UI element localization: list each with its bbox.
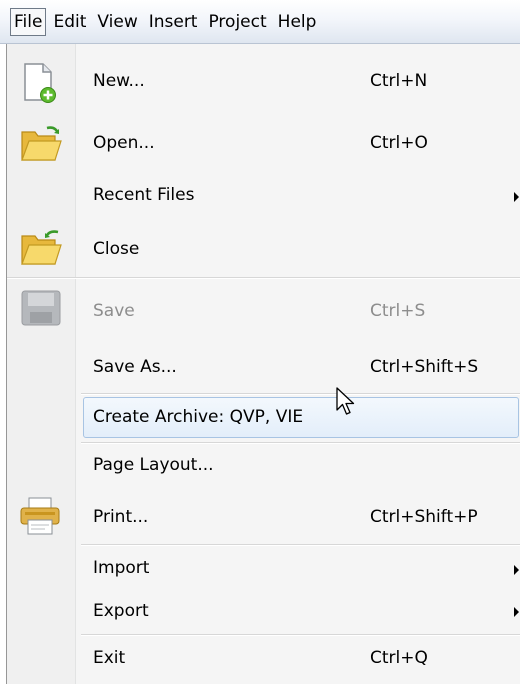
menu-item-label: Close bbox=[93, 239, 140, 259]
menu-item-save[interactable]: Save Ctrl+S bbox=[7, 288, 520, 332]
menu-item-label: Page Layout... bbox=[93, 455, 214, 475]
menu-edit[interactable]: Edit bbox=[49, 8, 90, 36]
menu-item-label: Print... bbox=[93, 507, 149, 527]
submenu-arrow-icon bbox=[514, 607, 519, 617]
menu-insert[interactable]: Insert bbox=[145, 8, 202, 36]
menu-item-label: Save As... bbox=[93, 357, 177, 377]
menu-item-shortcut: Ctrl+Q bbox=[370, 648, 428, 668]
menu-item-label: Create Archive: QVP, VIE bbox=[93, 407, 304, 427]
menu-item-shortcut: Ctrl+O bbox=[370, 133, 428, 153]
menu-bar: File Edit View Insert Project Help bbox=[0, 0, 520, 44]
submenu-arrow-icon bbox=[514, 565, 519, 575]
menu-view[interactable]: View bbox=[93, 8, 141, 36]
menu-item-open[interactable]: Open... Ctrl+O bbox=[7, 120, 520, 164]
save-disk-icon bbox=[21, 290, 61, 330]
new-document-icon bbox=[21, 62, 59, 108]
menu-item-recent-files[interactable]: Recent Files bbox=[7, 179, 520, 215]
menu-project[interactable]: Project bbox=[204, 8, 270, 36]
menu-item-label: Recent Files bbox=[93, 185, 195, 205]
menu-item-label: New... bbox=[93, 71, 145, 91]
menu-item-page-layout[interactable]: Page Layout... bbox=[7, 446, 520, 486]
menu-separator bbox=[81, 442, 520, 444]
printer-icon bbox=[19, 496, 61, 540]
menu-item-shortcut: Ctrl+Shift+S bbox=[370, 357, 479, 377]
menu-item-label: Open... bbox=[93, 133, 155, 153]
menu-item-print[interactable]: Print... Ctrl+Shift+P bbox=[7, 494, 520, 538]
menu-item-close[interactable]: Close bbox=[7, 226, 520, 270]
menu-separator bbox=[81, 634, 520, 636]
menu-item-exit[interactable]: Exit Ctrl+Q bbox=[7, 640, 520, 676]
file-menu-dropdown: New... Ctrl+N Open... Ctrl+O Recent File… bbox=[6, 44, 520, 684]
menu-separator bbox=[7, 277, 520, 279]
menu-separator bbox=[81, 544, 520, 546]
menu-file[interactable]: File bbox=[10, 7, 47, 36]
menu-item-create-archive[interactable]: Create Archive: QVP, VIE bbox=[7, 397, 520, 438]
submenu-arrow-icon bbox=[514, 192, 519, 202]
menu-separator bbox=[81, 393, 520, 395]
menu-help[interactable]: Help bbox=[274, 8, 321, 36]
open-folder-icon bbox=[19, 124, 63, 168]
menu-item-save-as[interactable]: Save As... Ctrl+Shift+S bbox=[7, 347, 520, 387]
menu-item-label: Export bbox=[93, 601, 149, 621]
close-folder-icon bbox=[19, 228, 63, 272]
mouse-pointer-icon bbox=[336, 387, 358, 421]
menu-item-import[interactable]: Import bbox=[7, 551, 520, 587]
menu-item-shortcut: Ctrl+Shift+P bbox=[370, 507, 478, 527]
menu-item-shortcut: Ctrl+S bbox=[370, 301, 426, 321]
menu-item-label: Save bbox=[93, 301, 135, 321]
menu-item-label: Import bbox=[93, 558, 150, 578]
menu-item-label: Exit bbox=[93, 648, 126, 668]
menu-item-new[interactable]: New... Ctrl+N bbox=[7, 62, 520, 106]
menu-item-shortcut: Ctrl+N bbox=[370, 71, 428, 91]
menu-item-export[interactable]: Export bbox=[7, 593, 520, 629]
